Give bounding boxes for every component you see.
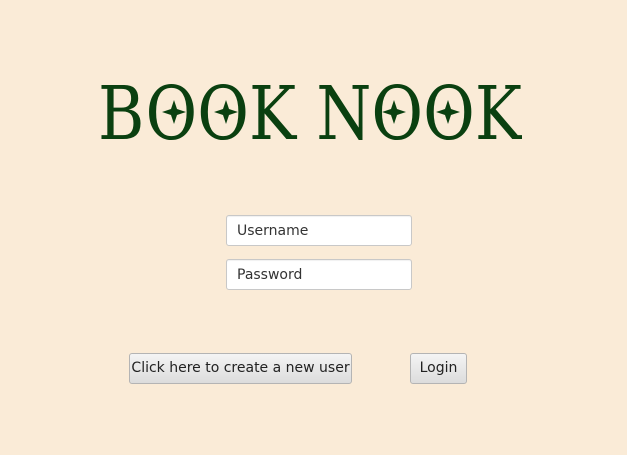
book-nook-logo: BOOK NOOK	[98, 80, 522, 142]
create-new-user-button[interactable]: Click here to create a new user	[129, 353, 352, 384]
password-field[interactable]	[226, 259, 412, 290]
logo-text: BOOK NOOK	[98, 80, 522, 142]
login-button[interactable]: Login	[410, 353, 467, 384]
username-field[interactable]	[226, 215, 412, 246]
